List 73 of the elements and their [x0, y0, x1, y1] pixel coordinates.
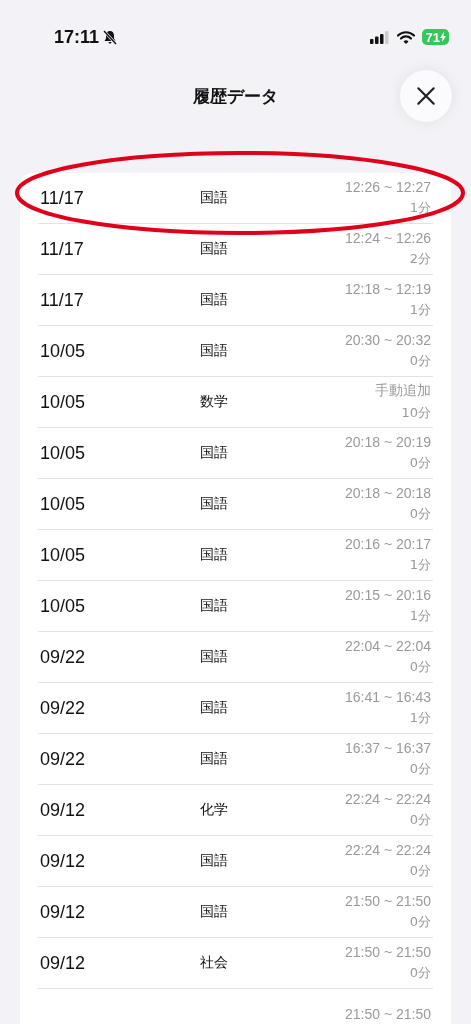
battery-level: 71 — [421, 29, 449, 45]
record-time-range: 12:24 ~ 12:26 — [344, 230, 431, 246]
record-duration: 0分 — [409, 913, 431, 931]
record-time-range: 12:18 ~ 12:19 — [344, 281, 431, 297]
record-time-range: 20:18 ~ 20:19 — [344, 434, 431, 450]
record-time-range: 16:41 ~ 16:43 — [344, 689, 431, 705]
record-duration: 1分 — [409, 301, 431, 319]
record-subject: 国語 — [200, 240, 229, 258]
close-button[interactable] — [400, 70, 452, 122]
record-subject: 国語 — [200, 903, 229, 921]
record-date: 09/12 — [40, 952, 87, 974]
record-time-range: 20:15 ~ 20:16 — [344, 587, 431, 603]
record-subject: 国語 — [200, 852, 229, 870]
record-duration: 10分 — [401, 404, 431, 422]
record-date: 09/22 — [40, 646, 87, 668]
record-duration: 0分 — [409, 862, 431, 880]
record-duration: 0分 — [409, 505, 431, 523]
record-duration: 1分 — [409, 199, 431, 217]
record-time-range: 21:50 ~ 21:50 — [344, 893, 431, 909]
record-duration: 1分 — [409, 607, 431, 625]
record-subject: 国語 — [200, 597, 229, 615]
record-time-range: 22:04 ~ 22:04 — [344, 638, 431, 654]
record-subject: 国語 — [200, 189, 229, 207]
record-subject: 国語 — [200, 546, 229, 564]
record-subject: 国語 — [200, 444, 229, 462]
record-time-range: 手動追加 — [375, 382, 431, 400]
status-time: 17:11 — [54, 26, 100, 48]
record-date: 09/22 — [40, 748, 87, 770]
record-subject: 化学 — [200, 801, 229, 819]
record-time-range: 22:24 ~ 22:24 — [344, 791, 431, 807]
record-date: 09/12 — [40, 901, 87, 923]
wifi-icon — [396, 30, 415, 44]
record-time-range: 16:37 ~ 16:37 — [344, 740, 431, 756]
record-date: 09/22 — [40, 697, 87, 719]
record-subject: 国語 — [200, 342, 229, 360]
record-time-range: 22:24 ~ 22:24 — [344, 842, 431, 858]
record-date: 09/12 — [40, 850, 87, 872]
record-duration: 0分 — [409, 811, 431, 829]
record-duration: 0分 — [409, 760, 431, 778]
record-date: 11/17 — [40, 187, 85, 209]
bolt-icon — [440, 32, 446, 42]
record-subject: 国語 — [200, 699, 229, 717]
record-time-range: 20:30 ~ 20:32 — [344, 332, 431, 348]
record-duration: 0分 — [409, 454, 431, 472]
record-time-range: 21:50 ~ 21:50 — [344, 944, 431, 960]
screen-title: 履歴データ — [193, 84, 278, 108]
record-time-range: 20:18 ~ 20:18 — [344, 485, 431, 501]
record-date: 10/05 — [40, 544, 87, 566]
record-date: 10/05 — [40, 340, 87, 362]
record-date: 10/05 — [40, 595, 87, 617]
record-subject: 国語 — [200, 495, 229, 513]
record-subject: 国語 — [200, 291, 229, 309]
record-duration: 2分 — [409, 250, 431, 268]
record-date: 10/05 — [40, 391, 87, 413]
record-duration: 0分 — [409, 352, 431, 370]
record-time-range: 21:50 ~ 21:50 — [344, 1006, 431, 1022]
record-date: 10/05 — [40, 442, 87, 464]
record-duration: 1分 — [409, 556, 431, 574]
record-date: 11/17 — [40, 238, 85, 260]
record-subject: 社会 — [200, 954, 229, 972]
record-subject: 国語 — [200, 750, 229, 768]
record-time-range: 12:26 ~ 12:27 — [344, 179, 431, 195]
record-subject: 国語 — [200, 648, 229, 666]
signal-icon — [369, 30, 390, 44]
record-duration: 0分 — [409, 964, 431, 982]
record-date: 09/12 — [40, 799, 87, 821]
record-subject: 数学 — [200, 393, 229, 411]
record-date: 10/05 — [40, 493, 87, 515]
record-duration: 0分 — [409, 658, 431, 676]
record-duration: 1分 — [409, 709, 431, 727]
close-icon — [415, 85, 437, 107]
record-time-range: 20:16 ~ 20:17 — [344, 536, 431, 552]
record-date: 11/17 — [40, 289, 85, 311]
